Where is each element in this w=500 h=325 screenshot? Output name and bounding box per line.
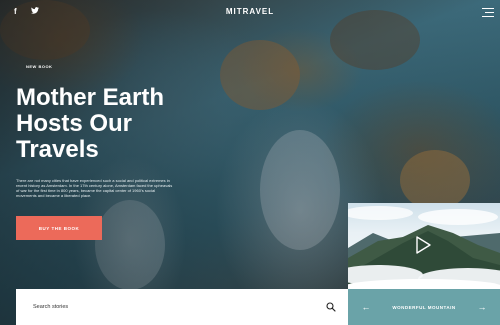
arrow-right-icon[interactable]: → bbox=[476, 302, 488, 312]
video-card[interactable] bbox=[348, 203, 500, 289]
video-card-nav: ← WONDERFUL MOUNTAIN → bbox=[348, 289, 500, 325]
buy-the-book-button[interactable]: BUY THE BOOK bbox=[16, 216, 102, 240]
search-icon[interactable] bbox=[326, 302, 336, 312]
hero-title: Mother Earth Hosts Our Travels bbox=[16, 84, 165, 163]
arrow-left-icon[interactable]: ← bbox=[360, 302, 372, 312]
video-card-title: WONDERFUL MOUNTAIN bbox=[392, 304, 456, 310]
search-input[interactable]: Search stories bbox=[33, 304, 326, 310]
new-book-badge: NEW BOOK bbox=[26, 64, 53, 69]
top-bar: f MITRAVEL bbox=[0, 0, 500, 24]
brand-logo[interactable]: MITRAVEL bbox=[0, 7, 500, 16]
hamburger-icon[interactable] bbox=[482, 8, 494, 20]
search-bar[interactable]: Search stories bbox=[16, 289, 348, 325]
play-icon[interactable] bbox=[415, 236, 431, 254]
hero-description: There are not many cities that have expe… bbox=[16, 178, 173, 198]
